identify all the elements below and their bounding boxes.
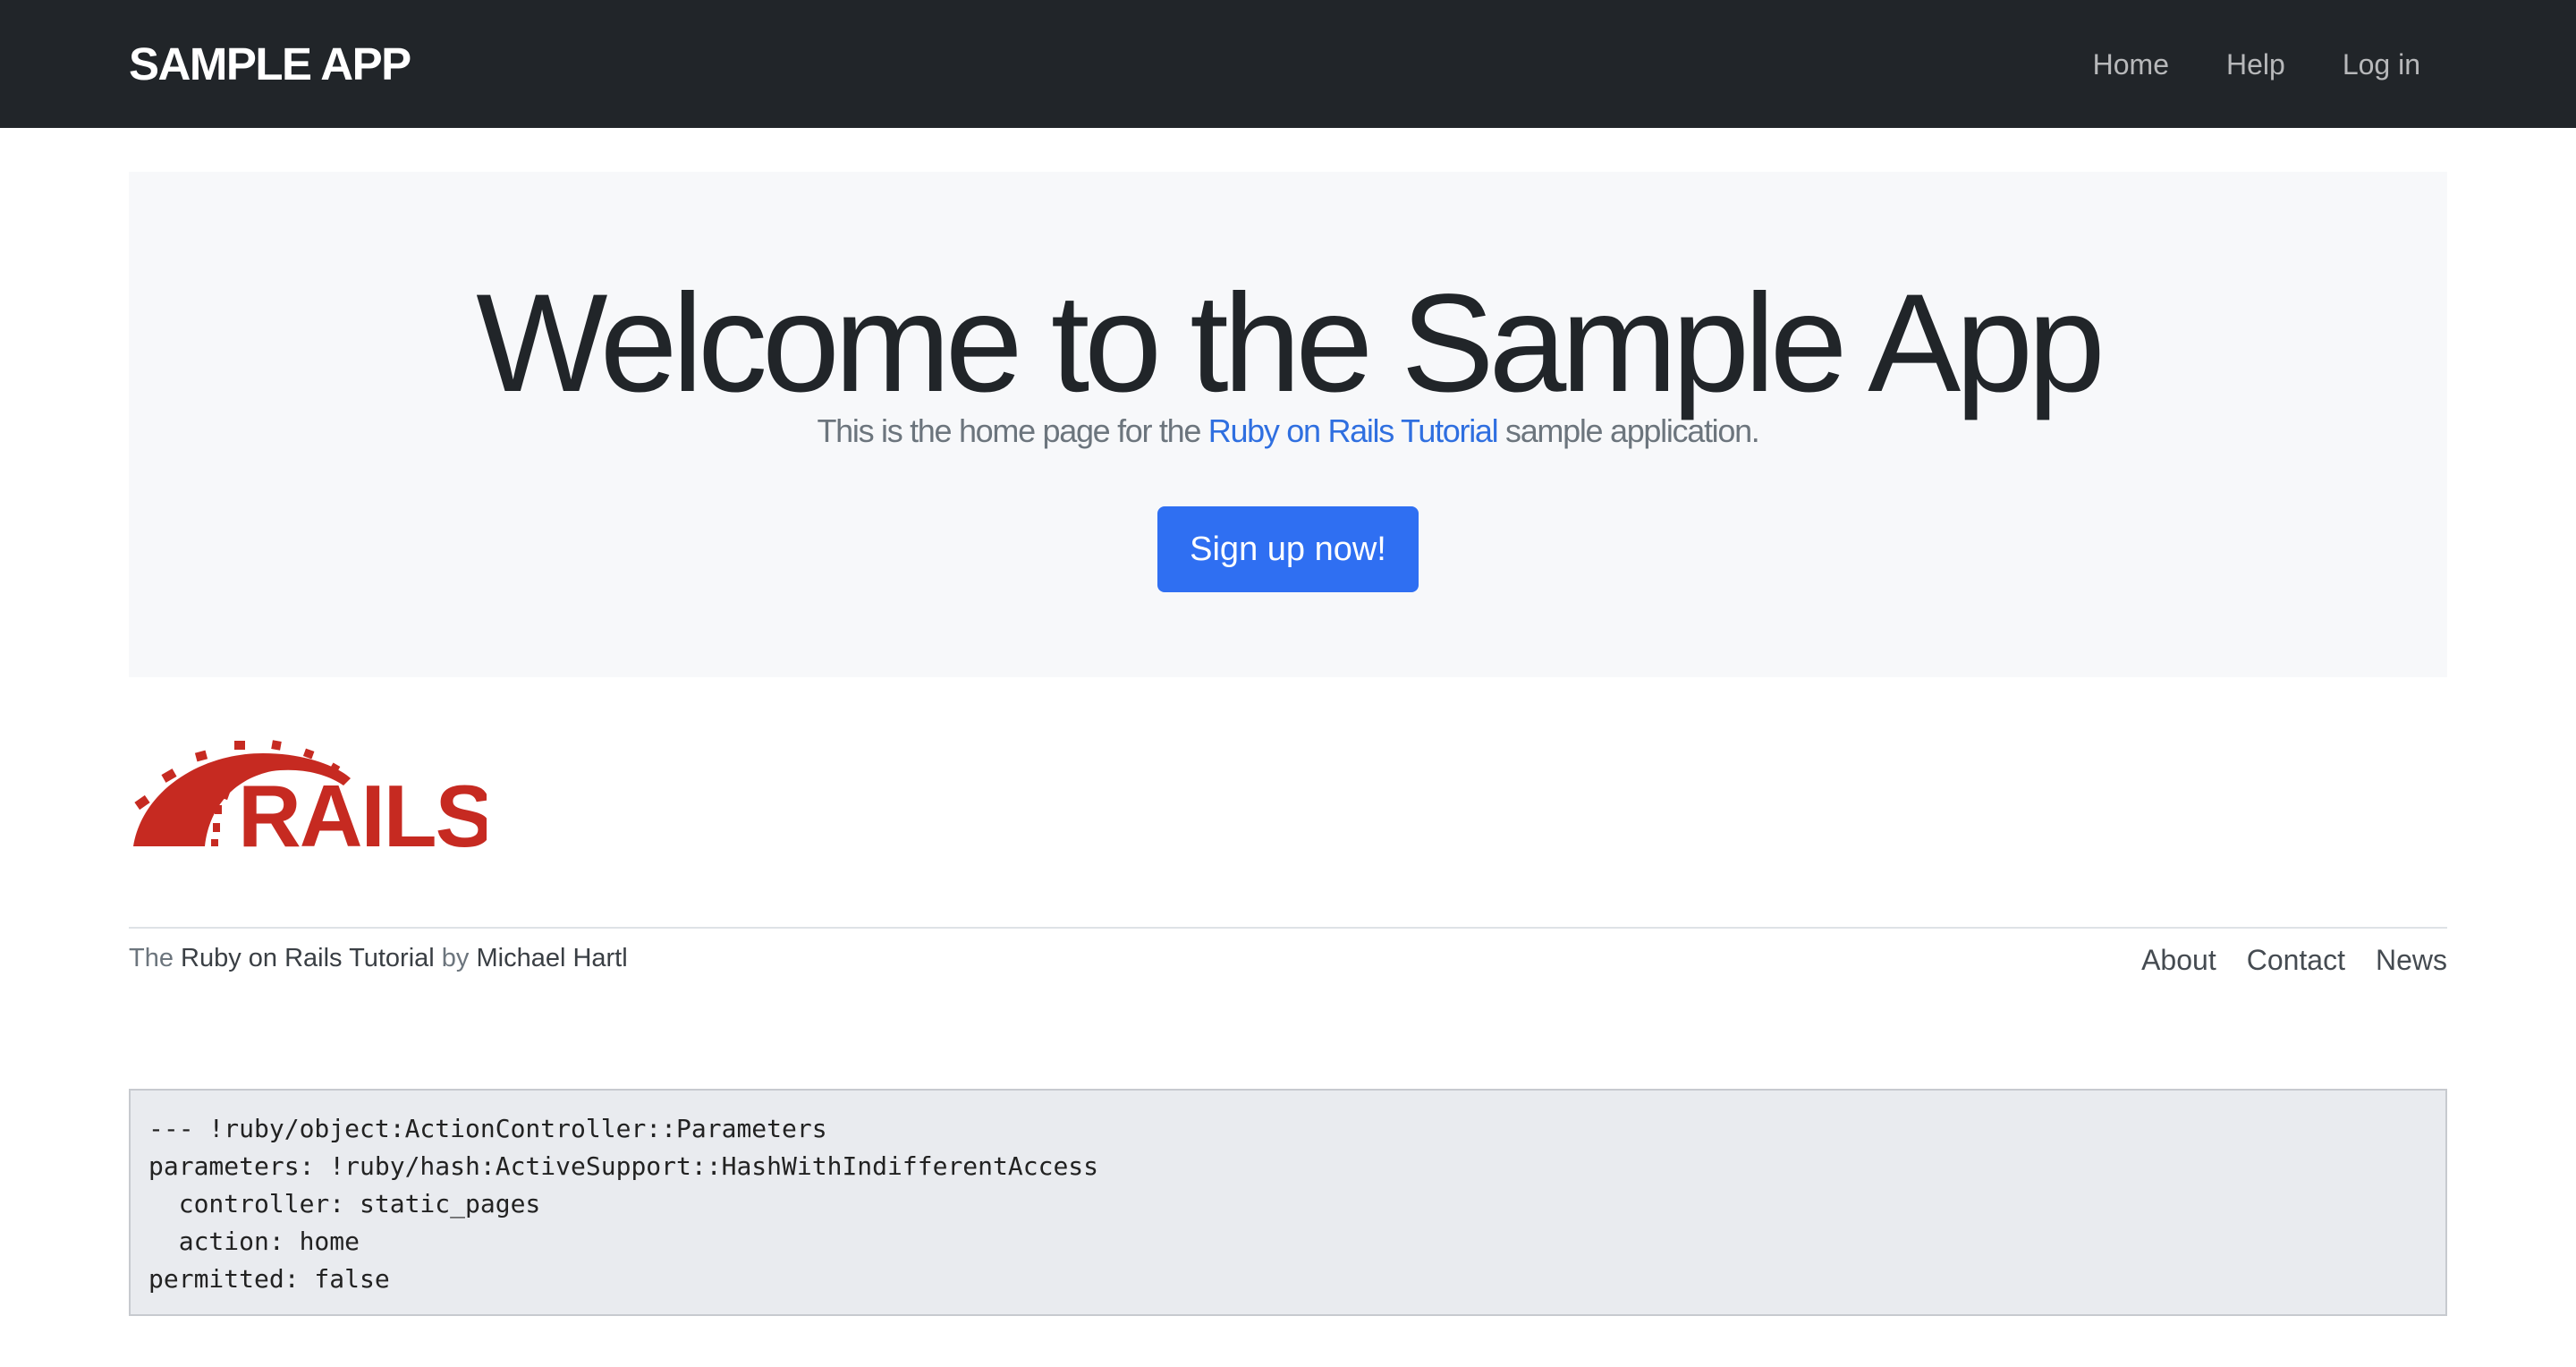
nav-help-link[interactable]: Help — [2226, 42, 2285, 87]
brand-logo-link[interactable]: SAMPLE APP — [129, 34, 411, 95]
debug-line: action: home — [148, 1227, 360, 1256]
nav-home-link[interactable]: Home — [2093, 42, 2169, 87]
rails-logo-link[interactable]: RAILS — [129, 716, 494, 865]
nav-login-link[interactable]: Log in — [2343, 42, 2420, 87]
rails-tutorial-link[interactable]: Ruby on Rails Tutorial — [1208, 412, 1499, 449]
hero-title: Welcome to the Sample App — [476, 266, 2106, 421]
rails-logo-text: RAILS — [238, 767, 487, 850]
footer-credit-pre: The — [129, 944, 182, 972]
rails-logo-icon: RAILS — [133, 740, 494, 865]
signup-button[interactable]: Sign up now! — [1157, 506, 1419, 592]
hero-subtitle-pre: This is the home page for the — [817, 412, 1208, 449]
footer-contact-link[interactable]: Contact — [2247, 942, 2345, 978]
footer-rails-tutorial-link[interactable]: Ruby on Rails Tutorial — [181, 944, 435, 972]
footer-news-link[interactable]: News — [2376, 942, 2447, 978]
hero-subtitle: This is the home page for the Ruby on Ra… — [129, 413, 2447, 449]
hero-section: Welcome to the Sample App This is the ho… — [129, 172, 2447, 677]
navbar: SAMPLE APP Home Help Log in — [0, 0, 2576, 128]
main-nav: Home Help Log in — [2093, 42, 2420, 87]
debug-line: controller: static_pages — [148, 1189, 541, 1218]
footer-about-link[interactable]: About — [2141, 942, 2216, 978]
debug-line: parameters: !ruby/hash:ActiveSupport::Ha… — [148, 1151, 1099, 1181]
debug-line: --- !ruby/object:ActionController::Param… — [148, 1114, 827, 1143]
debug-params-block: --- !ruby/object:ActionController::Param… — [129, 1089, 2447, 1316]
debug-line: permitted: false — [148, 1264, 390, 1294]
footer-author-link[interactable]: Michael Hartl — [476, 944, 627, 972]
footer-credit-mid: by — [434, 944, 477, 972]
hero-subtitle-post: sample application. — [1497, 412, 1760, 449]
footer-nav: About Contact News — [2141, 942, 2447, 978]
footer-divider — [129, 927, 2447, 929]
footer-credit: The Ruby on Rails Tutorial by Michael Ha… — [129, 942, 628, 974]
